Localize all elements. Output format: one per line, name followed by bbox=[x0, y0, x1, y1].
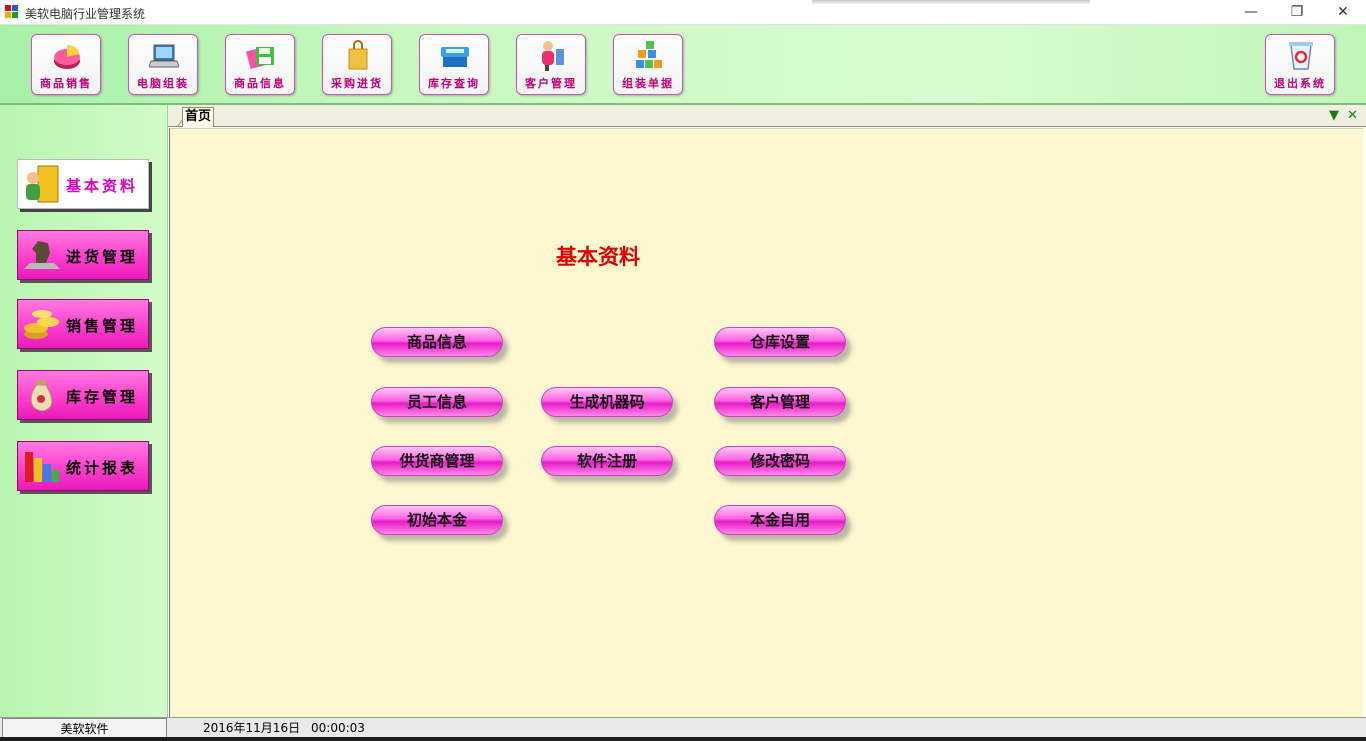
toolbar-button-label: 商品销售 bbox=[40, 77, 92, 90]
supplier-management-button[interactable]: 供货商管理 bbox=[371, 446, 503, 476]
toolbar-button-label: 客户管理 bbox=[525, 77, 577, 90]
toolbar-button-label: 库存查询 bbox=[428, 77, 480, 90]
toolbar-button-label: 组装单据 bbox=[622, 77, 674, 90]
coins-icon bbox=[24, 310, 59, 339]
button-label: 供货商管理 bbox=[399, 452, 475, 470]
bar-chart-icon bbox=[25, 452, 59, 482]
cubes-icon bbox=[636, 41, 662, 68]
change-password-button[interactable]: 修改密码 bbox=[714, 446, 846, 476]
main-toolbar: 商品销售 电脑组装 商品信息 采购进货 库存查询 客户管理 组装单据 退出系统 bbox=[0, 25, 1366, 105]
sidebar-item-label: 库存管理 bbox=[66, 388, 139, 406]
toolbar-button-label: 电脑组装 bbox=[137, 77, 189, 90]
customer-management-button[interactable]: 客户管理 bbox=[714, 387, 846, 417]
close-tab-icon[interactable]: ✕ bbox=[1347, 108, 1358, 123]
sidebar-item-label: 统计报表 bbox=[66, 459, 139, 477]
toolbar-button-sales[interactable]: 商品销售 bbox=[31, 34, 101, 95]
chess-knight-icon bbox=[24, 241, 60, 269]
initial-capital-button[interactable]: 初始本金 bbox=[371, 505, 503, 535]
toolbar-button-label: 退出系统 bbox=[1274, 77, 1326, 90]
toolbar-button-assembly[interactable]: 电脑组装 bbox=[128, 34, 198, 95]
cash-register-icon bbox=[441, 47, 469, 67]
user-door-icon bbox=[26, 165, 59, 203]
sidebar-item-purchase[interactable]: 进货管理 bbox=[17, 230, 149, 280]
sidebar-item-basic-info[interactable]: 基本资料 bbox=[17, 159, 149, 209]
capital-self-use-button[interactable]: 本金自用 bbox=[714, 505, 846, 535]
sidebar: 基本资料 进货管理 销售管理 库存管理 统计报表 bbox=[0, 105, 168, 717]
button-label: 生成机器码 bbox=[569, 393, 645, 411]
toolbar-button-product-info[interactable]: 商品信息 bbox=[225, 34, 295, 95]
toolbar-button-inventory[interactable]: 库存查询 bbox=[419, 34, 489, 95]
product-info-button[interactable]: 商品信息 bbox=[371, 327, 503, 357]
close-icon[interactable]: ✕ bbox=[1320, 0, 1366, 25]
sidebar-item-label: 基本资料 bbox=[66, 177, 139, 195]
dropdown-arrow-icon[interactable]: ▼ bbox=[1329, 108, 1339, 123]
money-bag-icon bbox=[30, 380, 53, 412]
title-bar: 美软电脑行业管理系统 — ❐ ✕ bbox=[0, 0, 1366, 25]
button-label: 本金自用 bbox=[749, 511, 810, 529]
generate-machine-code-button[interactable]: 生成机器码 bbox=[541, 387, 673, 417]
sidebar-item-label: 进货管理 bbox=[66, 248, 139, 266]
toolbar-button-customer[interactable]: 客户管理 bbox=[516, 34, 586, 95]
button-label: 修改密码 bbox=[749, 452, 810, 470]
sidebar-item-inventory[interactable]: 库存管理 bbox=[17, 370, 149, 420]
floppy-disk-icon bbox=[246, 46, 274, 70]
content-area: 基本资料 商品信息 仓库设置 员工信息 生成机器码 客户管理 供货商管理 软件注… bbox=[169, 128, 1363, 717]
window-title: 美软电脑行业管理系统 bbox=[25, 7, 146, 21]
button-label: 仓库设置 bbox=[749, 333, 810, 351]
button-label: 商品信息 bbox=[406, 333, 467, 351]
window-bottom-border bbox=[0, 737, 1366, 741]
recycle-bin-icon bbox=[1289, 42, 1313, 70]
button-label: 软件注册 bbox=[576, 452, 637, 470]
warehouse-settings-button[interactable]: 仓库设置 bbox=[714, 327, 846, 357]
sidebar-item-sales[interactable]: 销售管理 bbox=[17, 299, 149, 349]
minimize-icon[interactable]: — bbox=[1228, 0, 1274, 25]
sidebar-item-label: 销售管理 bbox=[66, 317, 139, 335]
toolbar-button-purchase[interactable]: 采购进货 bbox=[322, 34, 392, 95]
button-label: 客户管理 bbox=[749, 393, 810, 411]
toolbar-button-assembly-docs[interactable]: 组装单据 bbox=[613, 34, 683, 95]
button-label: 初始本金 bbox=[406, 511, 467, 529]
page-title: 基本资料 bbox=[556, 244, 640, 269]
button-label: 员工信息 bbox=[406, 393, 467, 411]
toolbar-button-exit[interactable]: 退出系统 bbox=[1265, 34, 1335, 95]
tab-home[interactable]: 首页 bbox=[182, 107, 214, 127]
app-icon bbox=[5, 5, 19, 19]
overlay-shadow bbox=[812, 0, 1090, 4]
toolbar-button-label: 商品信息 bbox=[234, 77, 286, 90]
restore-icon[interactable]: ❐ bbox=[1274, 0, 1320, 25]
employee-info-button[interactable]: 员工信息 bbox=[371, 387, 503, 417]
toolbar-button-label: 采购进货 bbox=[331, 77, 383, 90]
tab-strip: 首页 ▼ ✕ bbox=[163, 105, 1366, 127]
laptop-icon bbox=[149, 44, 179, 68]
sidebar-item-reports[interactable]: 统计报表 bbox=[17, 441, 149, 491]
shopping-bag-icon bbox=[348, 40, 368, 70]
customer-service-icon bbox=[542, 41, 564, 71]
pie-chart-icon bbox=[54, 45, 80, 69]
software-registration-button[interactable]: 软件注册 bbox=[541, 446, 673, 476]
